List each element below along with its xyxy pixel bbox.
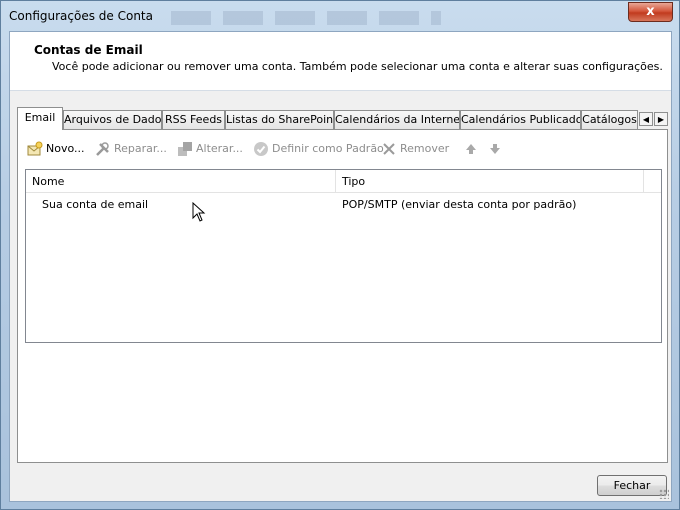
account-toolbar: Novo... Reparar... Alterar... Definir co… [27,139,647,159]
new-account-label: Novo... [46,142,85,155]
mouse-pointer-icon [192,202,206,222]
account-type-cell: POP/SMTP (enviar desta conta por padrão) [342,198,577,211]
resize-grip-icon[interactable] [659,489,669,499]
dialog-header: Contas de Email Você pode adicionar ou r… [10,32,671,91]
move-up-button[interactable] [463,139,482,159]
arrow-up-icon [466,144,476,154]
title-bar-background [171,11,441,25]
window-close-button[interactable]: x [628,2,673,22]
repair-button[interactable]: Reparar... [95,139,167,159]
column-header-name[interactable]: Nome [26,170,335,192]
header-title: Contas de Email [34,43,143,57]
set-default-button[interactable]: Definir como Padrão [253,139,384,159]
tab-sharepoint-lists[interactable]: Listas do SharePoint [225,110,334,129]
window-frame: Configurações de Conta x Contas de Email… [0,0,680,510]
set-default-label: Definir como Padrão [272,142,384,155]
repair-label: Reparar... [114,142,167,155]
table-row[interactable]: Sua conta de email POP/SMTP (enviar dest… [26,196,661,213]
tools-icon [96,142,109,156]
new-account-icon [27,141,43,156]
tab-published-calendars[interactable]: Calendários Publicados [460,110,581,129]
tab-catalogs[interactable]: Catálogos [581,110,638,129]
tab-panel-email: Novo... Reparar... Alterar... Definir co… [17,129,668,463]
check-circle-icon [254,142,268,156]
remove-label: Remover [400,142,450,155]
list-header: Nome Tipo [26,170,661,193]
new-account-button[interactable]: Novo... [27,139,85,159]
tab-scroll-left-icon[interactable]: ◀ [639,112,653,126]
tab-bar: Email Arquivos de Dados RSS Feeds Listas… [17,107,668,130]
account-name-cell: Sua conta de email [42,198,149,211]
remove-x-icon [383,143,395,155]
dialog-client-area: Contas de Email Você pode adicionar ou r… [9,31,672,502]
window-title: Configurações de Conta [9,9,153,23]
tab-scroll-right-icon[interactable]: ▶ [654,112,668,126]
column-header-type[interactable]: Tipo [336,170,643,192]
account-list[interactable]: Nome Tipo Sua conta de email POP/SMTP (e… [25,169,662,343]
remove-button[interactable]: Remover [381,139,449,159]
move-down-button[interactable] [487,139,506,159]
change-icon [178,142,192,156]
tab-email[interactable]: Email [17,107,63,130]
arrow-down-icon [490,144,500,154]
tab-data-files[interactable]: Arquivos de Dados [63,110,162,129]
close-dialog-button[interactable]: Fechar [597,475,667,496]
change-label: Alterar... [196,142,243,155]
header-description: Você pode adicionar ou remover uma conta… [52,60,663,73]
change-button[interactable]: Alterar... [177,139,243,159]
tab-internet-calendars[interactable]: Calendários da Internet [334,110,460,129]
column-divider [643,170,644,192]
tab-rss-feeds[interactable]: RSS Feeds [162,110,225,129]
